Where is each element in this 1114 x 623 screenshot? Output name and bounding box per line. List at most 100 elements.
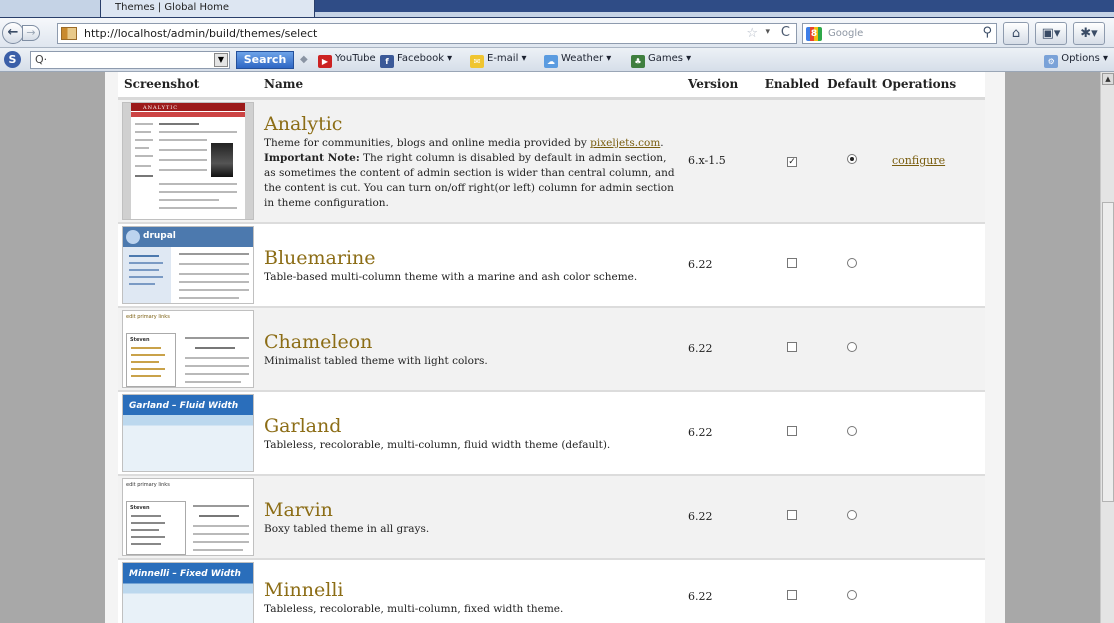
enabled-cell [762, 474, 822, 560]
addon-menu-button[interactable]: ✱▾ [1073, 22, 1105, 45]
web-search-box[interactable]: 8 Google ⚲ [802, 23, 997, 44]
thumb-line [185, 356, 249, 359]
thumb-line [159, 138, 207, 141]
reload-icon[interactable]: C [781, 25, 790, 40]
thumb-line [195, 346, 235, 349]
default-radio[interactable] [847, 342, 857, 352]
bookmarks-menu-button[interactable]: ▣▾ [1035, 22, 1067, 45]
thumb-line [185, 364, 249, 367]
thumb-line [185, 336, 249, 339]
enabled-checkbox[interactable] [787, 590, 797, 600]
toolbar-search-dropdown-icon[interactable]: ▼ [214, 53, 228, 67]
active-tab[interactable]: Themes | Global Home [100, 0, 315, 17]
thumb-line [159, 190, 237, 193]
thumb-line [159, 206, 237, 209]
toolbar-link-email[interactable]: ✉ E-mail ▾ [470, 53, 527, 68]
chameleon-thumb-user: Steven [130, 336, 150, 343]
bluemarine-logo-text: drupal [143, 230, 176, 241]
theme-version: 6.22 [682, 474, 762, 560]
toolbar-search-input[interactable]: Q· ▼ [30, 51, 230, 69]
theme-info-cell: Garland Tableless, recolorable, multi-co… [258, 390, 682, 476]
thumb-line [129, 254, 159, 257]
forward-button[interactable]: → [22, 25, 40, 41]
toolbar-search-button[interactable]: Search [236, 51, 294, 69]
history-dropdown-icon[interactable]: ▾ [765, 27, 770, 37]
enabled-checkbox[interactable] [787, 426, 797, 436]
enabled-checkbox[interactable] [787, 510, 797, 520]
scroll-up-arrow-icon[interactable]: ▲ [1102, 73, 1114, 85]
site-favicon-icon [61, 27, 77, 40]
screenshot-cell: edit primary links Steven [118, 474, 258, 560]
toolbar-link-weather[interactable]: ☁ Weather ▾ [544, 53, 611, 68]
email-icon: ✉ [470, 55, 484, 68]
enabled-cell [762, 222, 822, 308]
thumb-line [131, 535, 165, 538]
analytic-screenshot[interactable]: ANALYTIC [122, 101, 254, 220]
enabled-checkbox[interactable] [787, 342, 797, 352]
enabled-checkbox[interactable]: ✓ [787, 157, 797, 167]
enabled-cell [762, 306, 822, 392]
theme-description: Tableless, recolorable, multi-column, fl… [264, 438, 611, 451]
toolbar-logo-icon[interactable]: S [4, 51, 21, 68]
garland-screenshot[interactable]: Garland – Fluid Width [122, 393, 254, 472]
thumb-line [131, 374, 161, 377]
analytic-page-body: ANALYTIC [131, 102, 245, 219]
configure-link[interactable]: configure [892, 154, 945, 167]
chameleon-screenshot[interactable]: edit primary links Steven [122, 309, 254, 388]
operations-cell [882, 306, 985, 392]
thumb-line [131, 521, 165, 524]
screenshot-cell: Garland – Fluid Width [118, 390, 258, 476]
home-icon: ⌂ [1011, 26, 1021, 41]
scrollbar-thumb[interactable] [1102, 202, 1114, 502]
default-radio[interactable] [847, 154, 857, 164]
thumb-line [131, 346, 161, 349]
thumb-line [129, 275, 163, 278]
default-cell [822, 474, 882, 560]
toolbar-separator: ◆ [300, 54, 308, 65]
back-button[interactable]: ← [2, 22, 24, 44]
bluemarine-screenshot[interactable]: drupal [122, 225, 254, 304]
forward-arrow-icon: → [26, 26, 36, 39]
default-radio[interactable] [847, 510, 857, 520]
default-cell [822, 98, 882, 224]
minnelli-screenshot[interactable]: Minnelli – Fixed Width [122, 561, 254, 623]
thumb-line [193, 540, 249, 543]
default-radio[interactable] [847, 426, 857, 436]
url-text[interactable]: http://localhost/admin/build/themes/sele… [84, 27, 317, 40]
theme-description: Boxy tabled theme in all grays. [264, 522, 430, 535]
theme-info-cell: Minnelli Tableless, recolorable, multi-c… [258, 558, 682, 623]
toolbar-link-games[interactable]: ♣ Games ▾ [631, 53, 691, 68]
theme-description: Tableless, recolorable, multi-column, fi… [264, 602, 564, 615]
theme-version: 6.22 [682, 306, 762, 392]
default-radio[interactable] [847, 590, 857, 600]
games-icon: ♣ [631, 55, 645, 68]
bookmark-star-icon[interactable]: ☆ [746, 26, 758, 41]
theme-row-minnelli: Minnelli – Fixed Width Minnelli Tableles… [118, 558, 985, 623]
address-bar[interactable]: http://localhost/admin/build/themes/sele… [57, 23, 797, 44]
toolbar-link-youtube[interactable]: ▶ YouTube [318, 53, 376, 68]
screenshot-cell: ANALYTIC [118, 98, 258, 224]
thumb-line [179, 252, 249, 255]
search-magnifier-icon[interactable]: ⚲ [982, 25, 992, 40]
default-cell [822, 306, 882, 392]
thumb-line [193, 524, 249, 527]
marvin-screenshot[interactable]: edit primary links Steven [122, 477, 254, 556]
weather-icon: ☁ [544, 55, 558, 68]
search-toolbar: S Q· ▼ Search ◆ ▶ YouTube f Facebook ▾ ✉ E-… [0, 48, 1114, 72]
pixeljets-link[interactable]: pixeljets.com [590, 137, 660, 149]
toolbar-link-facebook[interactable]: f Facebook ▾ [380, 53, 452, 68]
default-radio[interactable] [847, 258, 857, 268]
table-header-row: Screenshot Name Version Enabled Default … [118, 72, 985, 100]
home-button[interactable]: ⌂ [1003, 22, 1029, 45]
tab-title: Themes | Global Home [115, 2, 230, 13]
vertical-scrollbar[interactable]: ▲ [1100, 72, 1114, 623]
theme-name: Chameleon [264, 330, 373, 353]
thumb-line [131, 367, 165, 370]
operations-cell [882, 474, 985, 560]
default-cell [822, 558, 882, 623]
toolbar-options-menu[interactable]: ⚙ Options ▾ [1044, 53, 1108, 68]
header-enabled: Enabled [762, 72, 822, 100]
puzzle-icon: ✱▾ [1080, 26, 1098, 41]
enabled-checkbox[interactable] [787, 258, 797, 268]
google-icon[interactable]: 8 [806, 27, 822, 41]
